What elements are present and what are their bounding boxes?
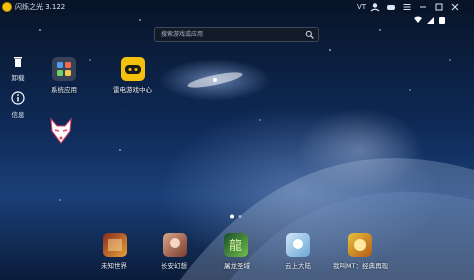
vt-indicator: VT (357, 3, 367, 11)
trash-icon (14, 57, 22, 67)
game-center-app[interactable] (121, 57, 145, 81)
wifi-icon (414, 16, 422, 23)
search-input[interactable]: 搜索游戏或应用 (154, 27, 319, 42)
app-logo-icon (2, 2, 12, 12)
game-icon (293, 239, 303, 249)
search-placeholder: 搜索游戏或应用 (161, 31, 204, 38)
dock-app-5[interactable] (348, 233, 372, 257)
dock-app-1[interactable] (103, 233, 127, 257)
game-icon (108, 239, 122, 251)
info-icon (11, 91, 25, 105)
page-indicator (230, 214, 242, 219)
dock-label-1: 未知世界 (101, 262, 127, 270)
uninstall-label: 卸载 (11, 74, 25, 82)
system-apps-label: 系统应用 (51, 86, 77, 94)
folder-grid-icon (57, 62, 71, 76)
dock-label-4: 云上大陆 (285, 262, 311, 270)
title-bar: 闪烁之光 3.122 VT (0, 0, 474, 14)
search-icon[interactable] (305, 30, 314, 39)
window-title: 闪烁之光 3.122 (15, 3, 66, 11)
maximize-icon[interactable] (432, 0, 446, 14)
dock-label-2: 长安幻想 (161, 262, 187, 270)
dock-label-3: 屠龙圣域 (224, 262, 250, 270)
system-apps-folder[interactable] (52, 57, 76, 81)
uninstall-button[interactable]: 卸载 (4, 53, 32, 83)
fox-mask-app[interactable] (49, 117, 73, 144)
status-icons (414, 16, 445, 24)
dock-app-4[interactable] (286, 233, 310, 257)
battery-icon (439, 17, 445, 24)
signal-icon (427, 17, 434, 24)
dock-app-2[interactable] (163, 233, 187, 257)
svg-text:龍: 龍 (229, 238, 242, 254)
game-icon: 龍 (229, 238, 242, 254)
close-icon[interactable] (448, 0, 462, 14)
dock-label-5: 我叫MT：经典再现 (333, 262, 389, 270)
minimize-icon[interactable] (416, 0, 430, 14)
game-icon (170, 238, 180, 248)
info-label: 信息 (11, 111, 25, 119)
gamepad-icon[interactable] (384, 0, 398, 14)
fox-mask-icon (50, 117, 72, 144)
info-button[interactable]: 信息 (4, 90, 32, 120)
account-icon[interactable] (368, 0, 382, 14)
menu-icon[interactable] (400, 0, 414, 14)
game-center-icon (125, 65, 141, 74)
dock-app-3[interactable]: 龍 (224, 233, 248, 257)
game-center-label: 雷电游戏中心 (113, 86, 152, 94)
game-icon (354, 239, 366, 251)
